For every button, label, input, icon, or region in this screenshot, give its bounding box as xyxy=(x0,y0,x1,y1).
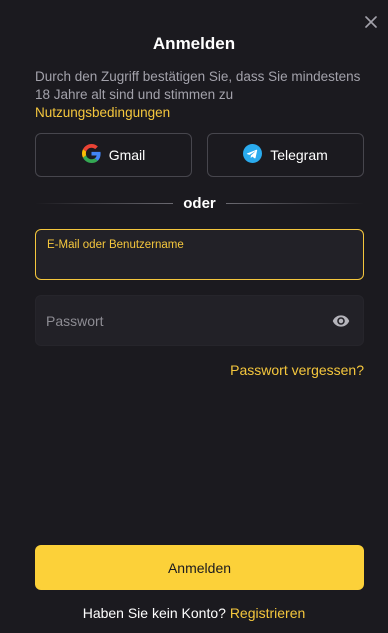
password-input[interactable] xyxy=(46,310,316,332)
forgot-password-link[interactable]: Passwort vergessen? xyxy=(230,362,364,378)
password-field[interactable] xyxy=(35,295,364,346)
gmail-login-button[interactable]: Gmail xyxy=(35,133,192,177)
gmail-label: Gmail xyxy=(108,147,146,163)
email-input[interactable] xyxy=(46,255,351,275)
signup-prompt: Haben Sie kein Konto? Registrieren xyxy=(0,605,388,621)
telegram-label: Telegram xyxy=(270,147,328,163)
close-icon[interactable] xyxy=(362,13,380,31)
google-icon xyxy=(81,144,101,166)
signup-text: Haben Sie kein Konto? xyxy=(82,605,226,621)
email-field[interactable]: E-Mail oder Benutzername xyxy=(35,229,364,280)
terms-link[interactable]: Nutzungsbedingungen xyxy=(35,105,170,120)
email-field-label: E-Mail oder Benutzername xyxy=(47,239,184,251)
register-link[interactable]: Registrieren xyxy=(230,605,305,621)
eye-icon[interactable] xyxy=(332,312,350,330)
divider-text: oder xyxy=(183,194,216,212)
divider-line-right xyxy=(225,202,365,204)
consent-message: Durch den Zugriff bestätigen Sie, dass S… xyxy=(35,69,361,102)
consent-text: Durch den Zugriff bestätigen Sie, dass S… xyxy=(35,68,365,122)
divider-line-left xyxy=(35,202,174,204)
or-divider: oder xyxy=(35,193,365,213)
dialog-title: Anmelden xyxy=(152,34,236,53)
login-button[interactable]: Anmelden xyxy=(35,545,364,590)
telegram-login-button[interactable]: Telegram xyxy=(207,133,364,177)
telegram-icon xyxy=(243,144,263,166)
